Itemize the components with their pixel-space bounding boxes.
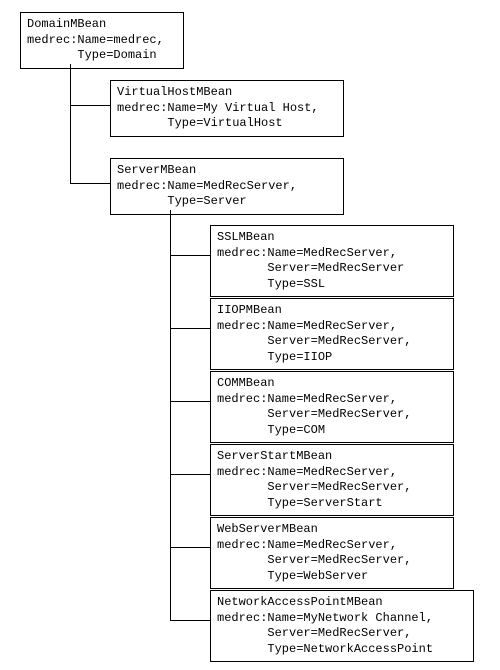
node-title: ServerStartMBean (217, 449, 447, 465)
node-title: NetworkAccessPointMBean (217, 595, 467, 611)
node-nap: NetworkAccessPointMBean medrec:Name=MyNe… (210, 590, 474, 662)
node-line: Server=MedRecServer, (217, 407, 447, 423)
node-line: Type=VirtualHost (117, 116, 337, 132)
node-ssl: SSLMBean medrec:Name=MedRecServer, Serve… (210, 225, 454, 297)
node-line: medrec:Name=MedRecServer, (217, 538, 447, 554)
node-title: SSLMBean (217, 230, 447, 246)
node-line: Type=ServerStart (217, 496, 447, 512)
node-line: Type=IIOP (217, 350, 447, 366)
node-title: VirtualHostMBean (117, 85, 337, 101)
node-line: medrec:Name=MedRecServer, (217, 319, 447, 335)
node-title: COMMBean (217, 376, 447, 392)
node-line: Server=MedRecServer, (217, 626, 467, 642)
node-line: Type=WebServer (217, 569, 447, 585)
node-line: medrec:Name=MyNetwork Channel, (217, 611, 467, 627)
node-webserver: WebServerMBean medrec:Name=MedRecServer,… (210, 517, 454, 589)
node-line: Type=Domain (27, 48, 177, 64)
node-line: medrec:Name=MedRecServer, (217, 465, 447, 481)
node-title: ServerMBean (117, 163, 337, 179)
node-title: DomainMBean (27, 17, 177, 33)
node-line: medrec:Name=My Virtual Host, (117, 101, 337, 117)
node-domain: DomainMBean medrec:Name=medrec, Type=Dom… (20, 12, 184, 69)
node-iiop: IIOPMBean medrec:Name=MedRecServer, Serv… (210, 298, 454, 370)
node-line: Type=COM (217, 423, 447, 439)
node-line: Server=MedRecServer, (217, 553, 447, 569)
node-virtualhost: VirtualHostMBean medrec:Name=My Virtual … (110, 80, 344, 137)
node-line: Server=MedRecServer, (217, 334, 447, 350)
node-server: ServerMBean medrec:Name=MedRecServer, Ty… (110, 158, 344, 215)
node-line: medrec:Name=MedRecServer, (217, 246, 447, 262)
node-line: Type=Server (117, 194, 337, 210)
node-line: medrec:Name=MedRecServer, (217, 392, 447, 408)
node-line: Type=SSL (217, 277, 447, 293)
mbean-tree: DomainMBean medrec:Name=medrec, Type=Dom… (10, 10, 490, 660)
node-line: Type=NetworkAccessPoint (217, 642, 467, 658)
node-line: Server=MedRecServer (217, 261, 447, 277)
node-title: IIOPMBean (217, 303, 447, 319)
node-line: Server=MedRecServer, (217, 480, 447, 496)
node-title: WebServerMBean (217, 522, 447, 538)
node-com: COMMBean medrec:Name=MedRecServer, Serve… (210, 371, 454, 443)
node-line: medrec:Name=MedRecServer, (117, 179, 337, 195)
node-serverstart: ServerStartMBean medrec:Name=MedRecServe… (210, 444, 454, 516)
node-line: medrec:Name=medrec, (27, 33, 177, 49)
